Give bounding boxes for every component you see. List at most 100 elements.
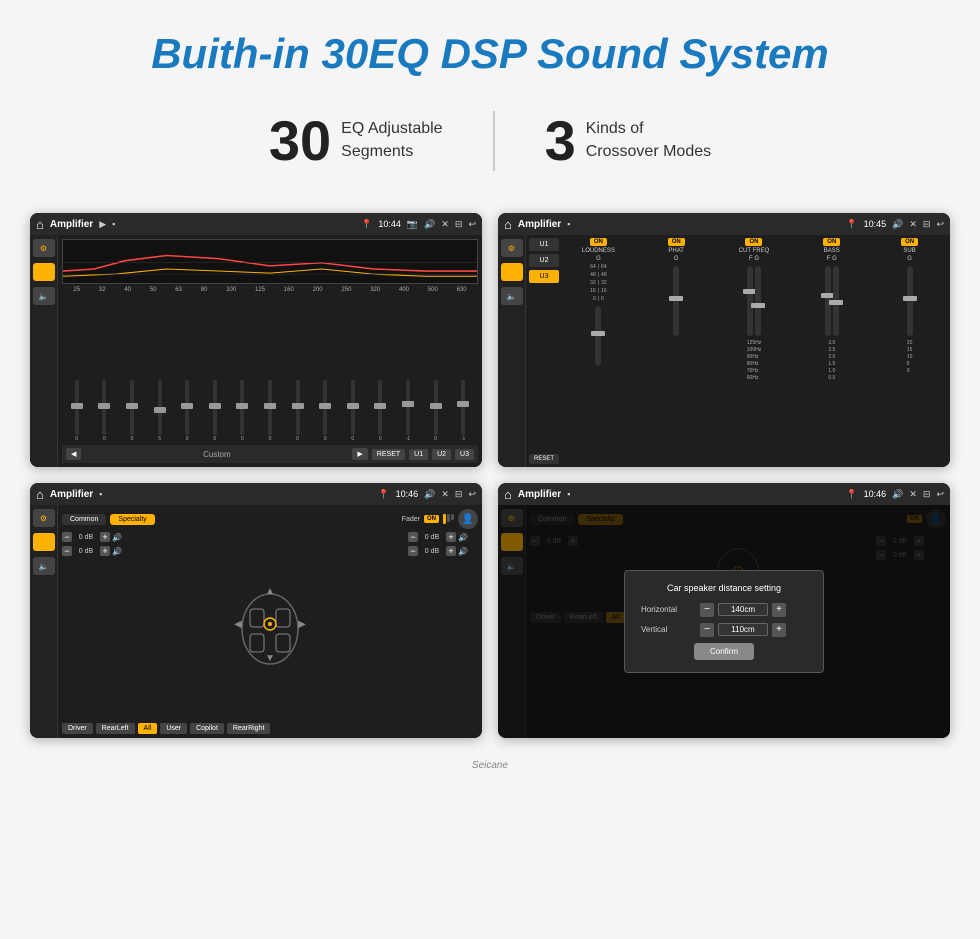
eq-u1-btn[interactable]: U1 (409, 449, 428, 460)
dialog-close-icon[interactable]: ✕ (909, 489, 917, 500)
confirm-button[interactable]: Confirm (694, 643, 754, 660)
crossover-home-icon[interactable]: ⌂ (504, 217, 512, 232)
eq-u2-btn[interactable]: U2 (432, 449, 451, 460)
specialty-eq-icon[interactable]: ⚙ (33, 509, 55, 527)
vertical-plus-btn[interactable]: + (772, 623, 786, 637)
crossover-wave-icon[interactable]: 〜 (501, 263, 523, 281)
all-btn[interactable]: All (138, 723, 158, 734)
rear-left-minus[interactable]: − (62, 546, 72, 556)
eq-slider-0[interactable]: 0 (64, 296, 90, 442)
u3-preset-btn[interactable]: U3 (529, 270, 559, 283)
driver-btn[interactable]: Driver (62, 723, 93, 734)
dialog-home-icon[interactable]: ⌂ (504, 487, 512, 502)
eq-slider-3[interactable]: 5 (147, 296, 173, 442)
eq-slider-5[interactable]: 0 (202, 296, 228, 442)
sidebar-wave-btn[interactable]: 〜 (33, 263, 55, 281)
bass-g-slider[interactable] (833, 266, 839, 336)
sub-slider[interactable] (907, 266, 913, 336)
eq-slider-8[interactable]: 0 (285, 296, 311, 442)
dialog-time: 10:46 (864, 489, 887, 499)
common-tab[interactable]: Common (62, 514, 106, 525)
eq-slider-12[interactable]: -1 (395, 296, 421, 442)
bass-on-badge[interactable]: ON (823, 238, 840, 246)
eq-camera-icon[interactable]: 📷 (407, 219, 418, 230)
cutfreq-g-slider[interactable] (755, 266, 761, 336)
specialty-close-icon[interactable]: ✕ (441, 489, 449, 500)
eq-back-icon[interactable]: ↩ (468, 219, 476, 230)
rearright-btn[interactable]: RearRight (227, 723, 271, 734)
dialog-volume-icon[interactable]: 🔊 (892, 489, 903, 500)
front-right-plus[interactable]: + (446, 532, 456, 542)
vertical-row: Vertical − 110cm + (641, 623, 807, 637)
dialog-minimize-icon[interactable]: ⊟ (923, 489, 931, 500)
eq-slider-13[interactable]: 0 (423, 296, 449, 442)
loudness-slider[interactable] (595, 306, 601, 366)
eq-slider-9[interactable]: 0 (312, 296, 338, 442)
eq-slider-4[interactable]: 0 (174, 296, 200, 442)
profile-icon[interactable]: 👤 (458, 509, 478, 529)
specialty-tabs-row: Common Specialty Fader ON 👤 (62, 509, 478, 529)
sub-on-badge[interactable]: ON (901, 238, 918, 246)
specialty-home-icon[interactable]: ⌂ (36, 487, 44, 502)
crossover-vol-icon[interactable]: 🔈 (501, 287, 523, 305)
specialty-vol-icon[interactable]: 🔈 (33, 557, 55, 575)
specialty-minimize-icon[interactable]: ⊟ (455, 489, 463, 500)
rear-left-plus[interactable]: + (100, 546, 110, 556)
crossover-eq-icon[interactable]: ⚙ (501, 239, 523, 257)
phat-on-badge[interactable]: ON (668, 238, 685, 246)
sidebar-eq-btn[interactable]: ⚙ (33, 239, 55, 257)
specialty-wave-icon[interactable]: 〜 (33, 533, 55, 551)
dialog-overlay: Car speaker distance setting Horizontal … (498, 505, 950, 737)
horizontal-minus-btn[interactable]: − (700, 603, 714, 617)
eq-slider-14[interactable]: -1 (450, 296, 476, 442)
front-left-plus[interactable]: + (100, 532, 110, 542)
eq-slider-11[interactable]: 0 (368, 296, 394, 442)
specialty-volume-icon[interactable]: 🔊 (424, 489, 435, 500)
horizontal-plus-btn[interactable]: + (772, 603, 786, 617)
copilot-btn[interactable]: Copilot (190, 723, 224, 734)
eq-volume-icon[interactable]: 🔊 (424, 219, 435, 230)
eq-time: 10:44 (378, 219, 401, 229)
eq-slider-2[interactable]: 0 (119, 296, 145, 442)
specialty-tab[interactable]: Specialty (110, 514, 154, 525)
eq-play-icon[interactable]: ▶ (99, 219, 106, 230)
phat-slider[interactable] (673, 266, 679, 336)
eq-slider-6[interactable]: 0 (230, 296, 256, 442)
crossover-main-area: U1 U2 U3 RESET ON LOUDNESS G 64| (526, 235, 950, 467)
eq-slider-7[interactable]: 0 (257, 296, 283, 442)
crossover-volume-icon[interactable]: 🔊 (892, 219, 903, 230)
eq-minimize-icon[interactable]: ⊟ (455, 219, 463, 230)
vertical-minus-btn[interactable]: − (700, 623, 714, 637)
front-right-minus[interactable]: − (408, 532, 418, 542)
fader-on-badge[interactable]: ON (424, 515, 439, 523)
crossover-minimize-icon[interactable]: ⊟ (923, 219, 931, 230)
dialog-back-icon[interactable]: ↩ (936, 489, 944, 500)
crossover-back-icon[interactable]: ↩ (936, 219, 944, 230)
eq-prev-btn[interactable]: ◀ (66, 448, 81, 460)
eq-u3-btn[interactable]: U3 (455, 449, 474, 460)
eq-slider-10[interactable]: 0 (340, 296, 366, 442)
eq-slider-1[interactable]: 0 (92, 296, 118, 442)
crossover-close-icon[interactable]: ✕ (909, 219, 917, 230)
fader-bars (443, 514, 454, 524)
eq-reset-btn[interactable]: RESET (372, 449, 405, 460)
sidebar-vol-btn[interactable]: 🔈 (33, 287, 55, 305)
cutfreq-f-slider[interactable] (747, 266, 753, 336)
front-left-minus[interactable]: − (62, 532, 72, 542)
rearleft-btn[interactable]: RearLeft (96, 723, 135, 734)
u1-preset-btn[interactable]: U1 (529, 238, 559, 251)
rear-right-plus[interactable]: + (446, 546, 456, 556)
loudness-on-badge[interactable]: ON (590, 238, 607, 246)
crossover-reset-btn[interactable]: RESET (529, 454, 559, 464)
u2-preset-btn[interactable]: U2 (529, 254, 559, 267)
eq-topbar: ⌂ Amplifier ▶ ▪ 📍 10:44 📷 🔊 ✕ ⊟ ↩ (30, 213, 482, 235)
home-icon[interactable]: ⌂ (36, 217, 44, 232)
horizontal-value[interactable]: 140cm (718, 603, 768, 616)
eq-next-btn[interactable]: ▶ (352, 448, 367, 460)
cutfreq-on-badge[interactable]: ON (745, 238, 762, 246)
eq-close-icon[interactable]: ✕ (441, 219, 449, 230)
specialty-back-icon[interactable]: ↩ (468, 489, 476, 500)
rear-right-minus[interactable]: − (408, 546, 418, 556)
vertical-value[interactable]: 110cm (718, 623, 768, 636)
user-btn[interactable]: User (160, 723, 187, 734)
